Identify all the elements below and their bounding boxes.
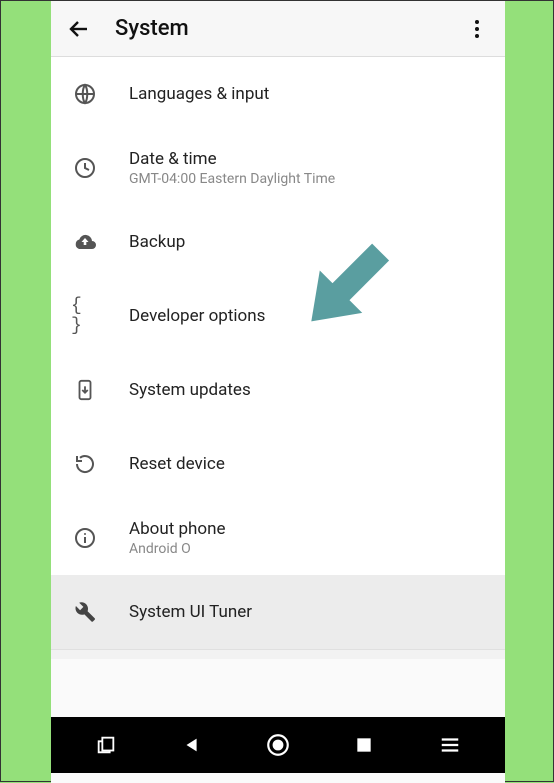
settings-list: Languages & input Date & time GMT-04:00 …	[51, 57, 505, 659]
update-icon	[71, 376, 99, 404]
triangle-back-icon	[181, 734, 203, 756]
nav-recent-apps-alt[interactable]	[82, 721, 130, 769]
list-footer-gap	[51, 649, 505, 659]
braces-icon: { }	[71, 302, 99, 330]
navigation-bar	[51, 717, 505, 773]
list-item-label: Date & time	[129, 149, 489, 169]
nav-home-button[interactable]	[254, 721, 302, 769]
list-item-backup[interactable]: Backup	[51, 205, 505, 279]
info-icon	[71, 524, 99, 552]
list-item-label: System UI Tuner	[129, 602, 489, 622]
nav-menu-button[interactable]	[426, 721, 474, 769]
list-item-label: Reset device	[129, 454, 489, 474]
overflow-menu-button[interactable]	[457, 9, 497, 49]
list-item-system-updates[interactable]: System updates	[51, 353, 505, 427]
back-button[interactable]	[59, 9, 99, 49]
list-item-label: About phone	[129, 519, 489, 539]
list-item-label: Backup	[129, 232, 489, 252]
list-item-about-phone[interactable]: About phone Android O	[51, 501, 505, 575]
list-item-label: Developer options	[129, 306, 489, 326]
clock-icon	[71, 154, 99, 182]
nav-overview-button[interactable]	[340, 721, 388, 769]
nav-back-button[interactable]	[168, 721, 216, 769]
list-item-sublabel: GMT-04:00 Eastern Daylight Time	[129, 171, 489, 187]
arrow-back-icon	[67, 17, 91, 41]
app-bar: System	[51, 1, 505, 57]
list-item-sublabel: Android O	[129, 541, 489, 557]
list-item-developer-options[interactable]: { } Developer options	[51, 279, 505, 353]
wrench-icon	[71, 598, 99, 626]
backup-icon	[71, 228, 99, 256]
more-vert-icon	[465, 17, 489, 41]
list-item-languages[interactable]: Languages & input	[51, 57, 505, 131]
reset-icon	[71, 450, 99, 478]
list-item-reset-device[interactable]: Reset device	[51, 427, 505, 501]
globe-icon	[71, 80, 99, 108]
list-item-label: Languages & input	[129, 84, 489, 104]
list-item-date-time[interactable]: Date & time GMT-04:00 Eastern Daylight T…	[51, 131, 505, 205]
list-item-system-ui-tuner[interactable]: System UI Tuner	[51, 575, 505, 649]
circle-home-icon	[265, 732, 291, 758]
list-item-label: System updates	[129, 380, 489, 400]
copy-icon	[95, 734, 117, 756]
square-overview-icon	[354, 735, 374, 755]
hamburger-icon	[439, 734, 461, 756]
settings-screen: System Languages & input	[51, 1, 505, 783]
page-title: System	[115, 16, 457, 41]
